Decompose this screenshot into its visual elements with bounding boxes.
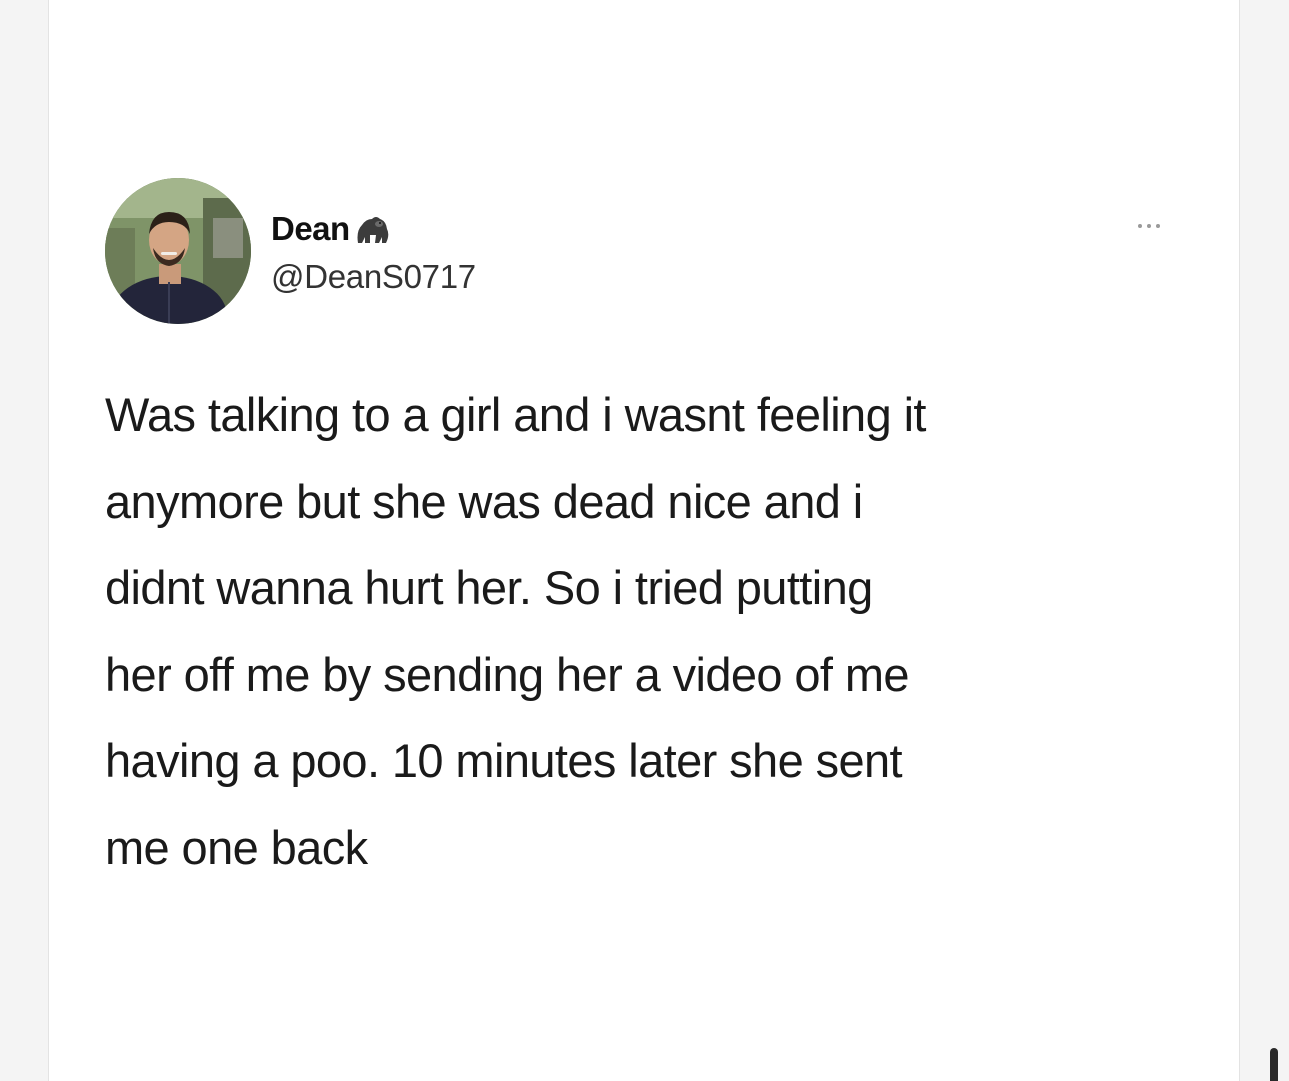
more-options-icon-dot: [1156, 224, 1160, 228]
scrollbar-handle[interactable]: [1270, 1048, 1278, 1081]
avatar-photo: [105, 178, 251, 324]
more-options-button[interactable]: [1129, 216, 1169, 236]
avatar[interactable]: [105, 178, 251, 324]
gorilla-icon: [357, 217, 388, 243]
user-handle[interactable]: @DeanS0717: [271, 258, 476, 296]
tweet-card: Dean @DeanS0717 Was talking to a girl an…: [48, 0, 1240, 1081]
display-name[interactable]: Dean: [271, 210, 350, 248]
author-name-row[interactable]: Dean: [271, 206, 392, 252]
more-options-icon: [1138, 224, 1142, 228]
more-options-icon-dot: [1147, 224, 1151, 228]
tweet-text: Was talking to a girl and i wasnt feelin…: [105, 388, 926, 874]
